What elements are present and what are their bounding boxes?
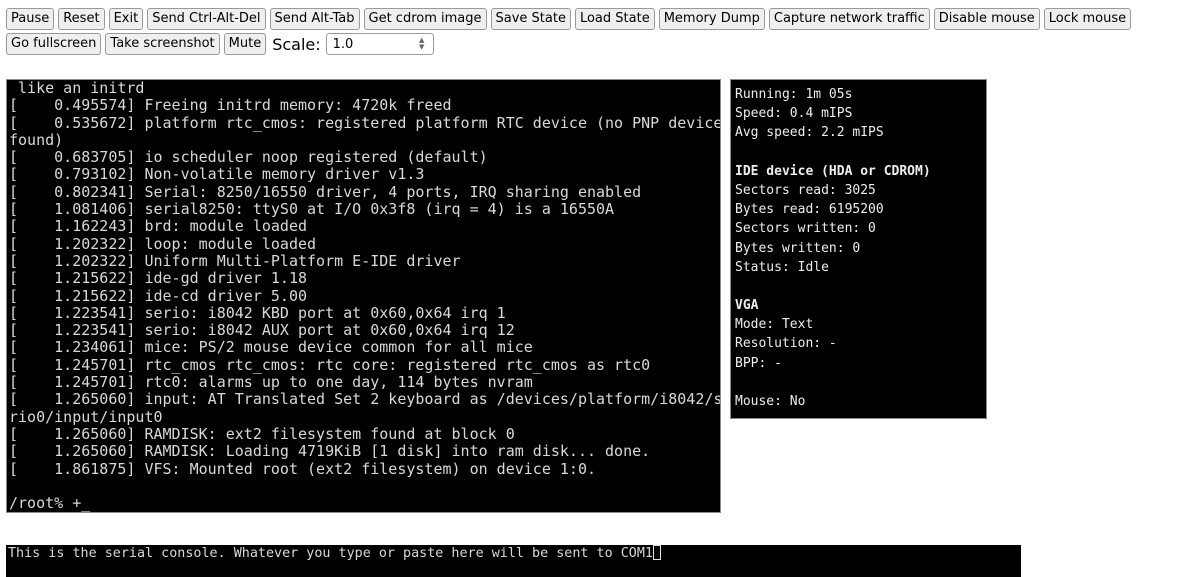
pause-button[interactable]: Pause bbox=[6, 8, 55, 30]
speed: Speed: 0.4 mIPS bbox=[735, 106, 853, 122]
sectors-written: Sectors written: 0 bbox=[735, 221, 876, 237]
emulator-screen[interactable]: like an initrd[ 0.495574] Freeing initrd… bbox=[6, 79, 721, 513]
screen-line: [ 1.265060] RAMDISK: ext2 filesystem fou… bbox=[9, 424, 515, 443]
spin-buttons[interactable]: ▲ ▼ bbox=[417, 37, 427, 51]
screen-line: [ 1.223541] serio: i8042 KBD port at 0x6… bbox=[9, 303, 506, 322]
mute-button[interactable]: Mute bbox=[223, 33, 267, 55]
screen-line: [ 1.215622] ide-gd driver 1.18 bbox=[9, 269, 308, 288]
screen-line: [ 0.802341] Serial: 8250/16550 driver, 4… bbox=[9, 182, 642, 201]
ide-status: Status: Idle bbox=[735, 259, 829, 275]
screen-line: [ 1.265060] RAMDISK: Loading 4719KiB [1 … bbox=[9, 442, 651, 461]
disable-mouse-button[interactable]: Disable mouse bbox=[933, 8, 1040, 30]
vga-heading: VGA bbox=[735, 298, 759, 314]
screen-line: [ 0.793102] Non-volatile memory driver v… bbox=[9, 165, 425, 184]
screen-line: [ 0.683705] io scheduler noop registered… bbox=[9, 148, 488, 167]
vga-bpp: BPP: - bbox=[735, 355, 782, 371]
screen-line: [ 1.265060] input: AT Translated Set 2 k… bbox=[9, 390, 721, 409]
screen-line: [ 1.245701] rtc_cmos rtc_cmos: rtc core:… bbox=[9, 355, 651, 374]
toolbar: Pause Reset Exit Send Ctrl-Alt-Del Send … bbox=[6, 8, 1196, 55]
screen-line: rio0/input/input0 bbox=[9, 407, 163, 426]
vga-resolution: Resolution: - bbox=[735, 336, 837, 352]
capture-network-traffic-button[interactable]: Capture network traffic bbox=[768, 8, 930, 30]
screen-line: like an initrd bbox=[9, 79, 145, 97]
shell-prompt: /root% +_ bbox=[9, 494, 91, 513]
bytes-read: Bytes read: 6195200 bbox=[735, 202, 884, 218]
lock-mouse-button[interactable]: Lock mouse bbox=[1043, 8, 1132, 30]
sectors-read: Sectors read: 3025 bbox=[735, 182, 876, 198]
screen-line bbox=[9, 478, 720, 495]
screen-line: [ 1.162243] brd: module loaded bbox=[9, 217, 308, 236]
go-fullscreen-button[interactable]: Go fullscreen bbox=[6, 33, 102, 55]
screen-line: [ 0.535672] platform rtc_cmos: registere… bbox=[9, 113, 721, 132]
text-cursor bbox=[652, 545, 661, 560]
scale-input[interactable] bbox=[326, 34, 417, 54]
screen-line: [ 1.215622] ide-cd driver 5.00 bbox=[9, 286, 308, 305]
mouse-status: Mouse: No bbox=[735, 394, 806, 409]
take-screenshot-button[interactable]: Take screenshot bbox=[105, 33, 220, 55]
scale-stepper[interactable]: ▲ ▼ bbox=[325, 33, 434, 55]
bytes-written: Bytes written: 0 bbox=[735, 240, 861, 256]
scale-label: Scale: bbox=[272, 34, 321, 54]
screen-line: [ 1.223541] serio: i8042 AUX port at 0x6… bbox=[9, 321, 515, 340]
exit-button[interactable]: Exit bbox=[108, 8, 144, 30]
memory-dump-button[interactable]: Memory Dump bbox=[658, 8, 765, 30]
scale-control: Scale: ▲ ▼ bbox=[272, 33, 434, 55]
screen-line: [ 1.202322] loop: module loaded bbox=[9, 234, 317, 253]
reset-button[interactable]: Reset bbox=[58, 8, 105, 30]
screen-line: found) bbox=[9, 130, 64, 149]
ide-heading: IDE device (HDA or CDROM) bbox=[735, 163, 931, 179]
screen-line: [ 1.861875] VFS: Mounted root (ext2 file… bbox=[9, 459, 596, 478]
serial-console[interactable]: This is the serial console. Whatever you… bbox=[6, 545, 1021, 577]
screen-line: [ 1.245701] rtc0: alarms up to one day, … bbox=[9, 373, 533, 392]
screen-line: [ 0.495574] Freeing initrd memory: 4720k… bbox=[9, 96, 452, 115]
get-cdrom-image-button[interactable]: Get cdrom image bbox=[363, 8, 487, 30]
send-alt-tab-button[interactable]: Send Alt-Tab bbox=[269, 8, 360, 30]
stats-panel: Running: 1m 05s Speed: 0.4 mIPS Avg spee… bbox=[730, 79, 987, 419]
serial-console-text: This is the serial console. Whatever you… bbox=[8, 546, 653, 561]
send-ctrl-alt-del-button[interactable]: Send Ctrl-Alt-Del bbox=[147, 8, 266, 30]
running-time: Running: 1m 05s bbox=[735, 87, 853, 102]
screen-line: [ 1.234061] mice: PS/2 mouse device comm… bbox=[9, 338, 533, 357]
save-state-button[interactable]: Save State bbox=[490, 8, 571, 30]
load-state-button[interactable]: Load State bbox=[574, 8, 655, 30]
vga-mode: Mode: Text bbox=[735, 317, 814, 333]
screen-line: [ 1.081406] serial8250: ttyS0 at I/O 0x3… bbox=[9, 200, 615, 219]
screen-line: [ 1.202322] Uniform Multi-Platform E-IDE… bbox=[9, 251, 461, 270]
chevron-down-icon[interactable]: ▼ bbox=[419, 44, 424, 51]
screen-text: like an initrd[ 0.495574] Freeing initrd… bbox=[7, 80, 720, 512]
avg-speed: Avg speed: 2.2 mIPS bbox=[735, 125, 884, 141]
